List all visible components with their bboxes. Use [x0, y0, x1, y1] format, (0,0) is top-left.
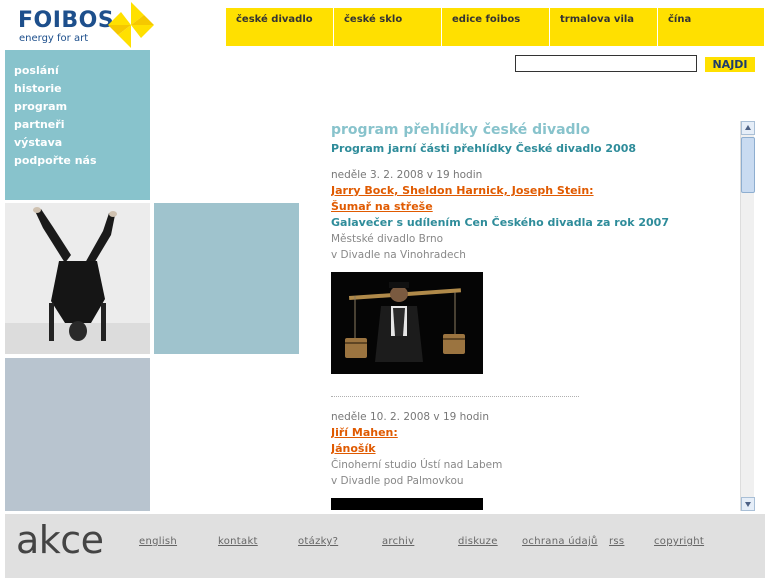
search-button[interactable]: NAJDI — [705, 57, 755, 72]
scroll-down-button[interactable] — [741, 497, 755, 511]
menu-item-partneri[interactable]: partneři — [14, 116, 150, 134]
arrow-up-icon — [745, 125, 751, 130]
menu-item-program[interactable]: program — [14, 98, 150, 116]
footer-title: akce — [16, 518, 104, 562]
event-date: neděle 10. 2. 2008 v 19 hodin — [331, 411, 489, 423]
program-content: program přehlídky české divadlo Program … — [331, 118, 731, 510]
event-title: Galavečer s udílením Cen Českého divadla… — [331, 216, 669, 229]
decorative-blue-tile — [154, 203, 299, 354]
event-separator — [331, 396, 579, 397]
dancer-photo — [5, 203, 150, 354]
event-photo — [331, 272, 483, 374]
logo-wordmark: FOIBOS — [18, 8, 115, 33]
page-title: program přehlídky české divadlo — [331, 122, 590, 138]
event-company: Činoherní studio Ústí nad Labem — [331, 459, 503, 471]
menu-item-vystava[interactable]: výstava — [14, 134, 150, 152]
nav-edice-foibos[interactable]: edice foibos — [442, 8, 550, 46]
menu-item-historie[interactable]: historie — [14, 80, 150, 98]
event-author-link[interactable]: Jarry Bock, Sheldon Harnick, Joseph Stei… — [331, 183, 731, 199]
nav-ceske-sklo[interactable]: české sklo — [334, 8, 442, 46]
content-scrollbar[interactable] — [740, 121, 755, 511]
footer-link-archiv[interactable]: archiv — [382, 536, 414, 547]
foibos-logo[interactable]: FOIBOS energy for art — [16, 2, 166, 48]
menu-item-poslani[interactable]: poslání — [14, 62, 150, 80]
footer-link-copyright[interactable]: copyright — [654, 536, 704, 547]
event-item: neděle 3. 2. 2008 v 19 hodin Jarry Bock,… — [331, 167, 731, 374]
top-navigation: české divadlo české sklo edice foibos tr… — [226, 8, 764, 46]
arrow-down-icon — [745, 502, 751, 507]
footer-link-ochrana-udaju[interactable]: ochrana údajů — [522, 536, 598, 547]
event-item: neděle 10. 2. 2008 v 19 hodin Jiří Mahen… — [331, 409, 731, 510]
event-photo — [331, 498, 483, 510]
footer-link-diskuze[interactable]: diskuze — [458, 536, 498, 547]
nav-trmalova-vila[interactable]: trmalova vila — [550, 8, 658, 46]
nav-cina[interactable]: čína — [658, 8, 764, 46]
footer-link-kontakt[interactable]: kontakt — [218, 536, 258, 547]
event-venue: v Divadle na Vinohradech — [331, 249, 466, 261]
scroll-thumb[interactable] — [741, 137, 755, 193]
left-menu: poslání historie program partneři výstav… — [5, 50, 150, 200]
footer-link-english[interactable]: english — [139, 536, 177, 547]
footer-link-rss[interactable]: rss — [609, 536, 624, 547]
event-play-link[interactable]: Jánošík — [331, 441, 731, 457]
search-input[interactable] — [515, 55, 697, 72]
event-play-link[interactable]: Šumař na střeše — [331, 199, 731, 215]
menu-item-podporte-nas[interactable]: podpořte nás — [14, 152, 150, 170]
decorative-gray-tile — [5, 358, 150, 511]
scroll-up-button[interactable] — [741, 121, 755, 135]
footer: akce english kontakt otázky? archiv disk… — [5, 514, 765, 578]
event-company: Městské divadlo Brno — [331, 233, 444, 245]
page-subtitle: Program jarní části přehlídky České diva… — [331, 142, 637, 155]
logo-tagline: energy for art — [19, 33, 89, 44]
event-date: neděle 3. 2. 2008 v 19 hodin — [331, 169, 483, 181]
footer-link-otazky[interactable]: otázky? — [298, 536, 338, 547]
event-venue: v Divadle pod Palmovkou — [331, 475, 464, 487]
event-author-link[interactable]: Jiří Mahen: — [331, 425, 731, 441]
pinwheel-logo-icon — [108, 2, 154, 48]
nav-ceske-divadlo[interactable]: české divadlo — [226, 8, 334, 46]
